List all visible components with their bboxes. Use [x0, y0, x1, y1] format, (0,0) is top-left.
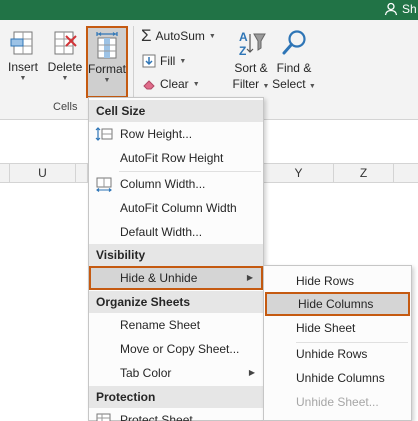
autosum-label: AutoSum: [155, 29, 205, 43]
column-header-z[interactable]: Z: [334, 164, 394, 182]
submenu-arrow-icon: ▶: [248, 368, 255, 377]
delete-label: Delete: [47, 60, 83, 74]
move-copy-sheet-label: Move or Copy Sheet...: [120, 342, 240, 356]
clear-button[interactable]: Clear ▼: [142, 77, 200, 91]
fill-dropdown-caret: ▼: [179, 57, 187, 65]
insert-label: Insert: [7, 60, 38, 74]
protect-sheet-icon: [96, 413, 111, 421]
sort-filter-icon: A Z: [239, 30, 266, 58]
find-select-label-line2: Select: [272, 77, 306, 91]
svg-text:A: A: [239, 30, 248, 44]
unhide-columns-label: Unhide Columns: [296, 371, 385, 385]
menu-section-organize-sheets: Organize Sheets: [89, 291, 263, 313]
hide-sheet-label: Hide Sheet: [296, 321, 356, 335]
menu-item-column-width[interactable]: Column Width...: [89, 172, 263, 196]
submenu-item-unhide-columns[interactable]: Unhide Columns: [264, 366, 411, 390]
menu-item-protect-sheet[interactable]: Protect Sheet...: [89, 408, 263, 421]
submenu-arrow-icon: ▶: [246, 273, 253, 282]
row-height-label: Row Height...: [120, 127, 193, 141]
autofit-column-width-label: AutoFit Column Width: [120, 201, 237, 215]
unhide-sheet-label: Unhide Sheet...: [296, 395, 379, 409]
autofit-row-height-label: AutoFit Row Height: [120, 151, 224, 165]
menu-item-rename-sheet[interactable]: Rename Sheet: [89, 313, 263, 337]
hide-unhide-label: Hide & Unhide: [120, 271, 198, 285]
insert-cells-icon: [10, 31, 33, 55]
share-button[interactable]: Sh: [384, 2, 417, 16]
magnifier-icon: [282, 30, 306, 55]
default-width-label: Default Width...: [120, 225, 203, 239]
menu-item-autofit-row-height[interactable]: AutoFit Row Height: [89, 146, 263, 170]
menu-item-row-height[interactable]: Row Height...: [89, 122, 263, 146]
hide-rows-label: Hide Rows: [296, 274, 355, 288]
title-bar: [0, 0, 418, 20]
menu-item-move-copy-sheet[interactable]: Move or Copy Sheet...: [89, 337, 263, 361]
clear-dropdown-caret: ▼: [192, 80, 200, 88]
menu-item-tab-color[interactable]: Tab Color ▶: [89, 361, 263, 385]
sort-filter-button[interactable]: A Z Sort & Filter ▼: [230, 28, 272, 95]
find-select-label: Find & Select ▼: [272, 60, 316, 95]
menu-section-cell-size: Cell Size: [89, 100, 263, 122]
fill-label: Fill: [160, 54, 176, 68]
column-width-label: Column Width...: [120, 177, 206, 191]
hide-columns-label: Hide Columns: [298, 297, 374, 311]
sort-filter-label-line1: Sort &: [234, 61, 268, 75]
eraser-icon: [143, 80, 155, 90]
submenu-item-unhide-rows[interactable]: Unhide Rows: [264, 342, 411, 366]
format-cells-icon: [96, 32, 118, 59]
submenu-item-hide-sheet[interactable]: Hide Sheet: [264, 316, 411, 340]
find-select-dropdown-caret: ▼: [308, 83, 316, 90]
row-height-icon: [95, 127, 113, 141]
share-label: Sh: [402, 2, 417, 16]
format-dropdown-caret: ▼: [103, 77, 111, 84]
insert-button[interactable]: Insert ▼: [4, 28, 42, 82]
column-header-u[interactable]: U: [10, 164, 76, 182]
insert-dropdown-caret: ▼: [19, 75, 27, 82]
find-select-label-line1: Find &: [276, 61, 312, 75]
submenu-item-hide-rows[interactable]: Hide Rows: [264, 269, 411, 293]
fill-button[interactable]: Fill ▼: [142, 54, 186, 68]
sort-filter-dropdown-caret: ▼: [262, 83, 270, 90]
hide-unhide-submenu: Hide Rows Hide Columns Hide Sheet Unhide…: [263, 265, 412, 421]
sigma-icon: Σ: [141, 26, 152, 45]
menu-item-autofit-column-width[interactable]: AutoFit Column Width: [89, 196, 263, 220]
menu-section-protection: Protection: [89, 386, 263, 408]
column-header-partial[interactable]: [0, 164, 10, 182]
delete-cells-icon: [54, 31, 77, 55]
user-icon: [384, 2, 398, 16]
menu-item-default-width[interactable]: Default Width...: [89, 220, 263, 244]
menu-item-hide-unhide[interactable]: Hide & Unhide ▶: [89, 266, 263, 290]
column-width-icon: [96, 177, 112, 192]
submenu-item-unhide-sheet: Unhide Sheet...: [264, 390, 411, 414]
fill-down-icon: [142, 54, 156, 68]
clear-label: Clear: [160, 77, 189, 91]
unhide-rows-label: Unhide Rows: [296, 347, 368, 361]
protect-sheet-label: Protect Sheet...: [120, 413, 203, 421]
find-select-button[interactable]: Find & Select ▼: [272, 28, 316, 95]
autosum-dropdown-caret: ▼: [208, 32, 216, 40]
format-label: Format: [88, 62, 127, 76]
sort-filter-label: Sort & Filter ▼: [233, 60, 270, 95]
submenu-item-hide-columns[interactable]: Hide Columns: [265, 292, 410, 316]
tab-color-label: Tab Color: [120, 366, 172, 380]
rename-sheet-label: Rename Sheet: [120, 318, 201, 332]
delete-dropdown-caret: ▼: [61, 75, 69, 82]
svg-text:Z: Z: [239, 44, 246, 58]
delete-button[interactable]: Delete ▼: [46, 28, 84, 82]
format-dropdown-menu: Cell Size Row Height... AutoFit Row Heig…: [88, 97, 264, 421]
column-header-y[interactable]: Y: [264, 164, 334, 182]
autosum-button[interactable]: Σ AutoSum ▼: [141, 26, 216, 45]
menu-section-visibility: Visibility: [89, 244, 263, 266]
sort-filter-label-line2: Filter: [232, 77, 260, 91]
column-header-partial[interactable]: [76, 164, 88, 182]
cells-group-label: Cells: [53, 101, 78, 113]
format-button[interactable]: Format ▼: [86, 26, 128, 98]
